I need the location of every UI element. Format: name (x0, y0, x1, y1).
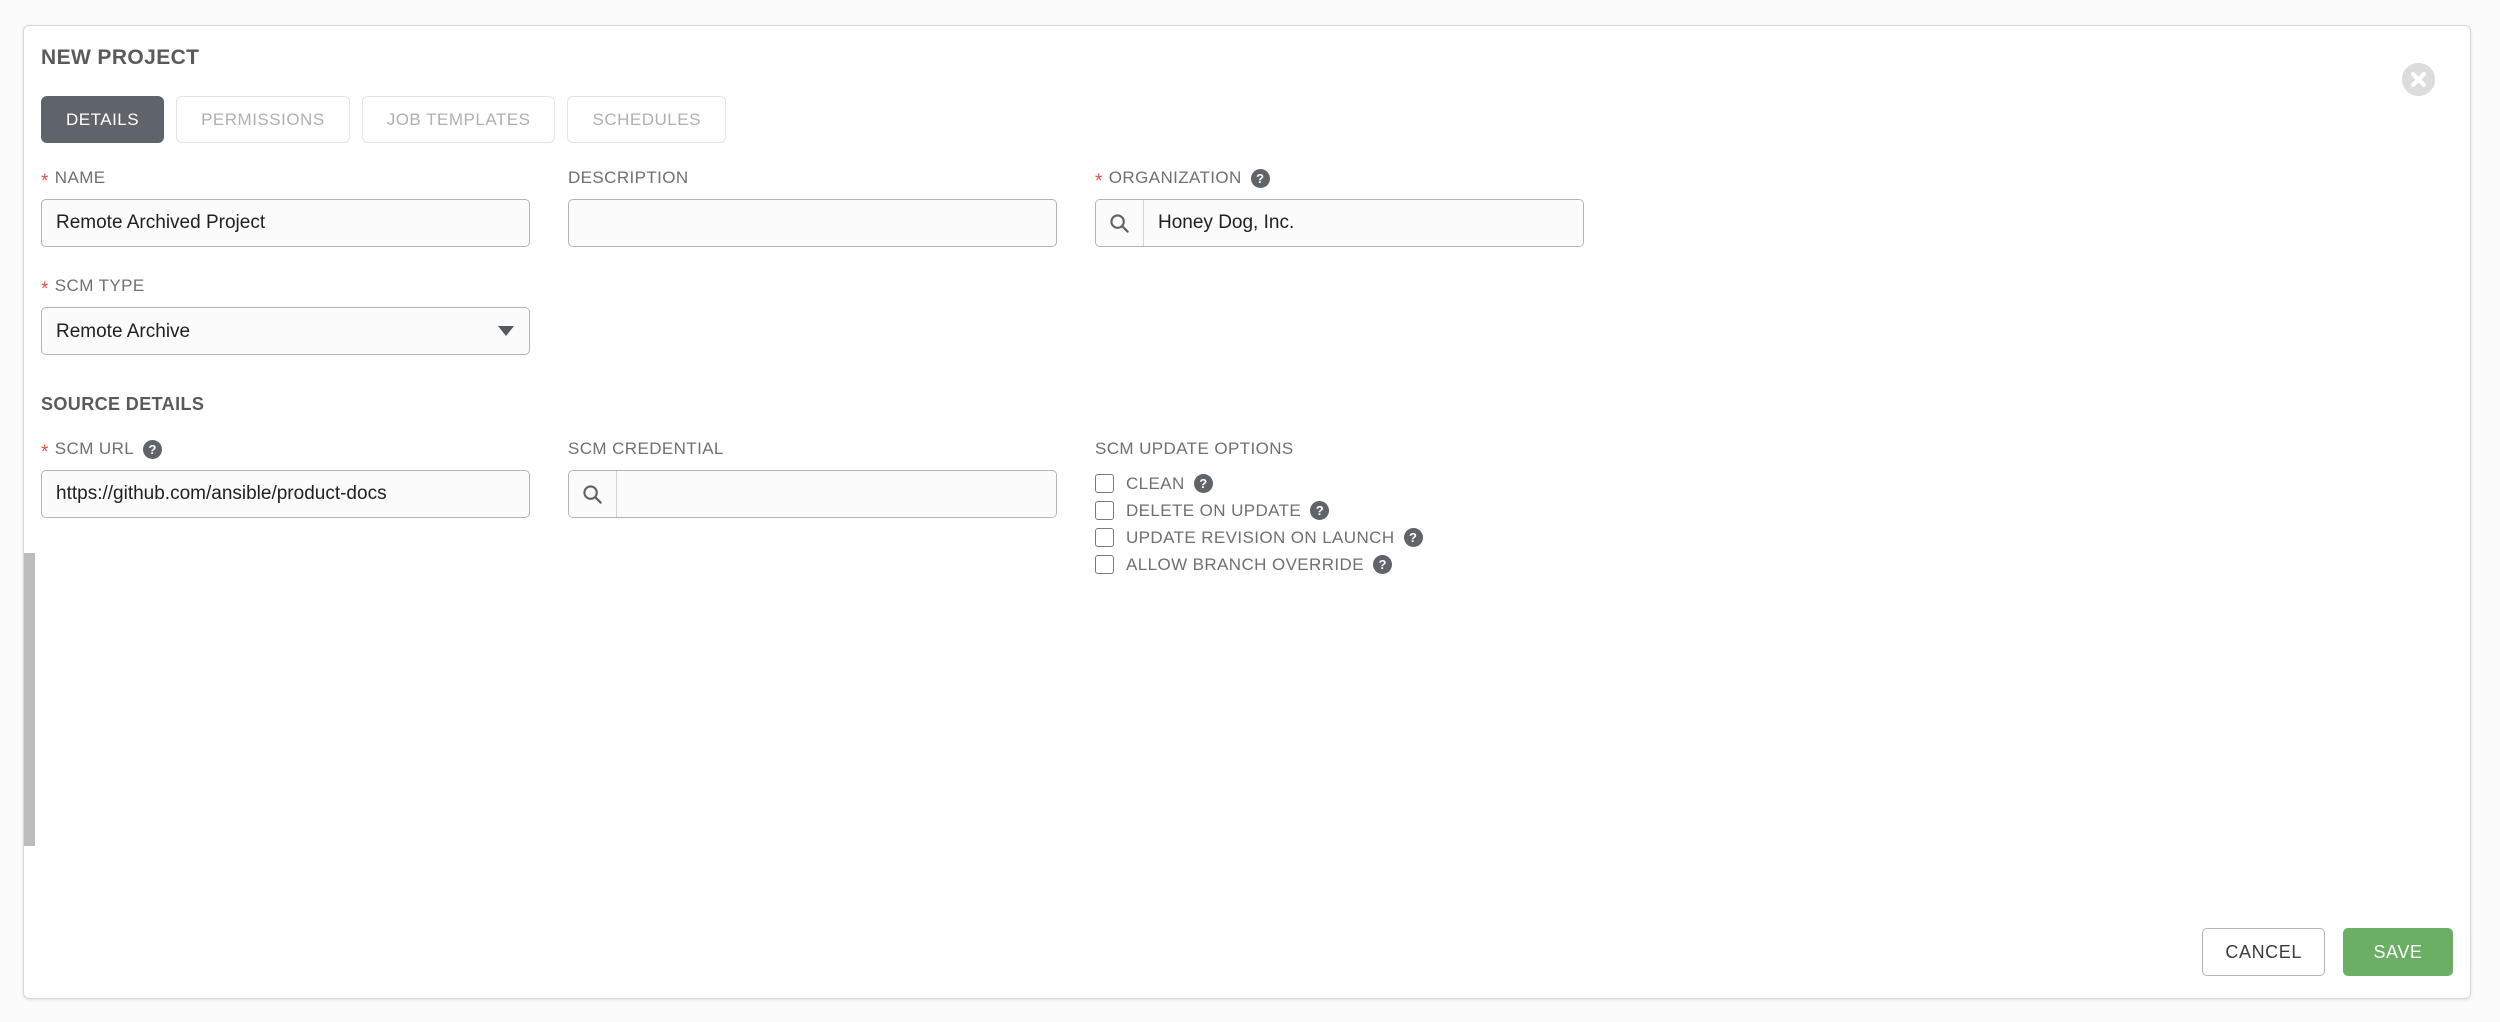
panel-scrollbar-track[interactable] (24, 26, 36, 998)
checkbox-box[interactable] (1095, 474, 1114, 493)
close-icon[interactable] (2402, 63, 2435, 96)
project-form: * NAME DESCRIPTION * ORGANIZATION ? (41, 166, 2453, 578)
scm-update-options-label-text: SCM UPDATE OPTIONS (1095, 439, 1294, 458)
scm-credential-label-text: SCM CREDENTIAL (568, 439, 724, 458)
name-input[interactable] (41, 199, 530, 247)
question-circle-icon[interactable]: ? (1403, 528, 1423, 547)
name-label: * NAME (41, 166, 530, 192)
checkbox-label: UPDATE REVISION ON LAUNCH (1126, 527, 1395, 547)
source-details-title: SOURCE DETAILS (41, 394, 205, 414)
field-name: * NAME (41, 166, 530, 247)
form-row-primary: * NAME DESCRIPTION * ORGANIZATION ? (41, 166, 2453, 247)
new-project-panel: NEW PROJECT DETAILS PERMISSIONS JOB TEMP… (23, 25, 2471, 999)
checkbox-box[interactable] (1095, 528, 1114, 547)
question-circle-icon[interactable]: ? (1193, 474, 1213, 493)
spacer-col (568, 274, 1057, 355)
description-label: DESCRIPTION (568, 166, 1057, 190)
scm-credential-lookup (568, 470, 1057, 518)
field-organization: * ORGANIZATION ? (1095, 166, 1584, 247)
tab-schedules[interactable]: SCHEDULES (567, 96, 726, 143)
tab-permissions[interactable]: PERMISSIONS (176, 96, 350, 143)
source-details-section: SOURCE DETAILS (41, 394, 2453, 415)
scm-type-select-wrap: Remote Archive (41, 307, 530, 355)
scm-url-input[interactable] (41, 470, 530, 518)
checkbox-box[interactable] (1095, 555, 1114, 574)
scm-update-options-list: CLEAN ? DELETE ON UPDATE ? UPDATE REVISI… (1095, 470, 1584, 578)
required-asterisk: * (41, 441, 49, 463)
panel-scrollbar-thumb[interactable] (24, 553, 35, 846)
checkbox-update-revision-on-launch[interactable]: UPDATE REVISION ON LAUNCH ? (1095, 524, 1584, 551)
scm-type-label: * SCM TYPE (41, 274, 530, 300)
checkbox-allow-branch-override[interactable]: ALLOW BRANCH OVERRIDE ? (1095, 551, 1584, 578)
checkbox-box[interactable] (1095, 501, 1114, 520)
field-scm-credential: SCM CREDENTIAL (568, 437, 1057, 578)
cancel-button[interactable]: CANCEL (2202, 928, 2325, 976)
name-label-text: NAME (54, 168, 106, 187)
description-input[interactable] (568, 199, 1057, 247)
scm-credential-input[interactable] (617, 471, 1056, 517)
tab-job-templates[interactable]: JOB TEMPLATES (361, 96, 556, 143)
tab-list: DETAILS PERMISSIONS JOB TEMPLATES SCHEDU… (41, 96, 726, 143)
scm-update-options-label: SCM UPDATE OPTIONS (1095, 437, 1584, 461)
question-circle-icon[interactable]: ? (143, 439, 163, 459)
save-button[interactable]: SAVE (2343, 928, 2453, 976)
form-row-scm-type: * SCM TYPE Remote Archive (41, 274, 2453, 355)
required-asterisk: * (1095, 170, 1103, 192)
scm-url-label: * SCM URL ? (41, 437, 530, 463)
organization-label-text: ORGANIZATION (1108, 168, 1242, 187)
spacer-col (1095, 274, 1584, 355)
checkbox-clean[interactable]: CLEAN ? (1095, 470, 1584, 497)
question-circle-icon[interactable]: ? (1372, 555, 1392, 574)
form-actions: CANCEL SAVE (2202, 928, 2453, 976)
scm-type-select[interactable]: Remote Archive (41, 307, 530, 355)
checkbox-label: ALLOW BRANCH OVERRIDE (1126, 554, 1364, 574)
description-label-text: DESCRIPTION (568, 168, 689, 187)
required-asterisk: * (41, 278, 49, 300)
checkbox-delete-on-update[interactable]: DELETE ON UPDATE ? (1095, 497, 1584, 524)
scm-url-label-text: SCM URL (54, 439, 135, 458)
organization-label: * ORGANIZATION ? (1095, 166, 1584, 192)
field-scm-url: * SCM URL ? (41, 437, 530, 578)
question-circle-icon[interactable]: ? (1310, 501, 1330, 520)
question-circle-icon[interactable]: ? (1250, 168, 1270, 188)
search-icon[interactable] (1096, 200, 1144, 246)
field-scm-type: * SCM TYPE Remote Archive (41, 274, 530, 355)
scm-credential-label: SCM CREDENTIAL (568, 437, 1057, 461)
tab-details[interactable]: DETAILS (41, 96, 165, 143)
checkbox-label: CLEAN (1126, 473, 1185, 493)
form-row-source: * SCM URL ? SCM CREDENTIAL (41, 437, 2453, 578)
organization-lookup (1095, 199, 1584, 247)
scm-update-options: SCM UPDATE OPTIONS CLEAN ? DELETE ON UPD… (1095, 437, 1584, 578)
required-asterisk: * (41, 170, 49, 192)
scm-type-label-text: SCM TYPE (54, 276, 145, 295)
checkbox-label: DELETE ON UPDATE (1126, 500, 1302, 520)
organization-input[interactable] (1144, 200, 1583, 246)
page-title: NEW PROJECT (41, 46, 200, 69)
field-description: DESCRIPTION (568, 166, 1057, 247)
search-icon[interactable] (569, 471, 617, 517)
